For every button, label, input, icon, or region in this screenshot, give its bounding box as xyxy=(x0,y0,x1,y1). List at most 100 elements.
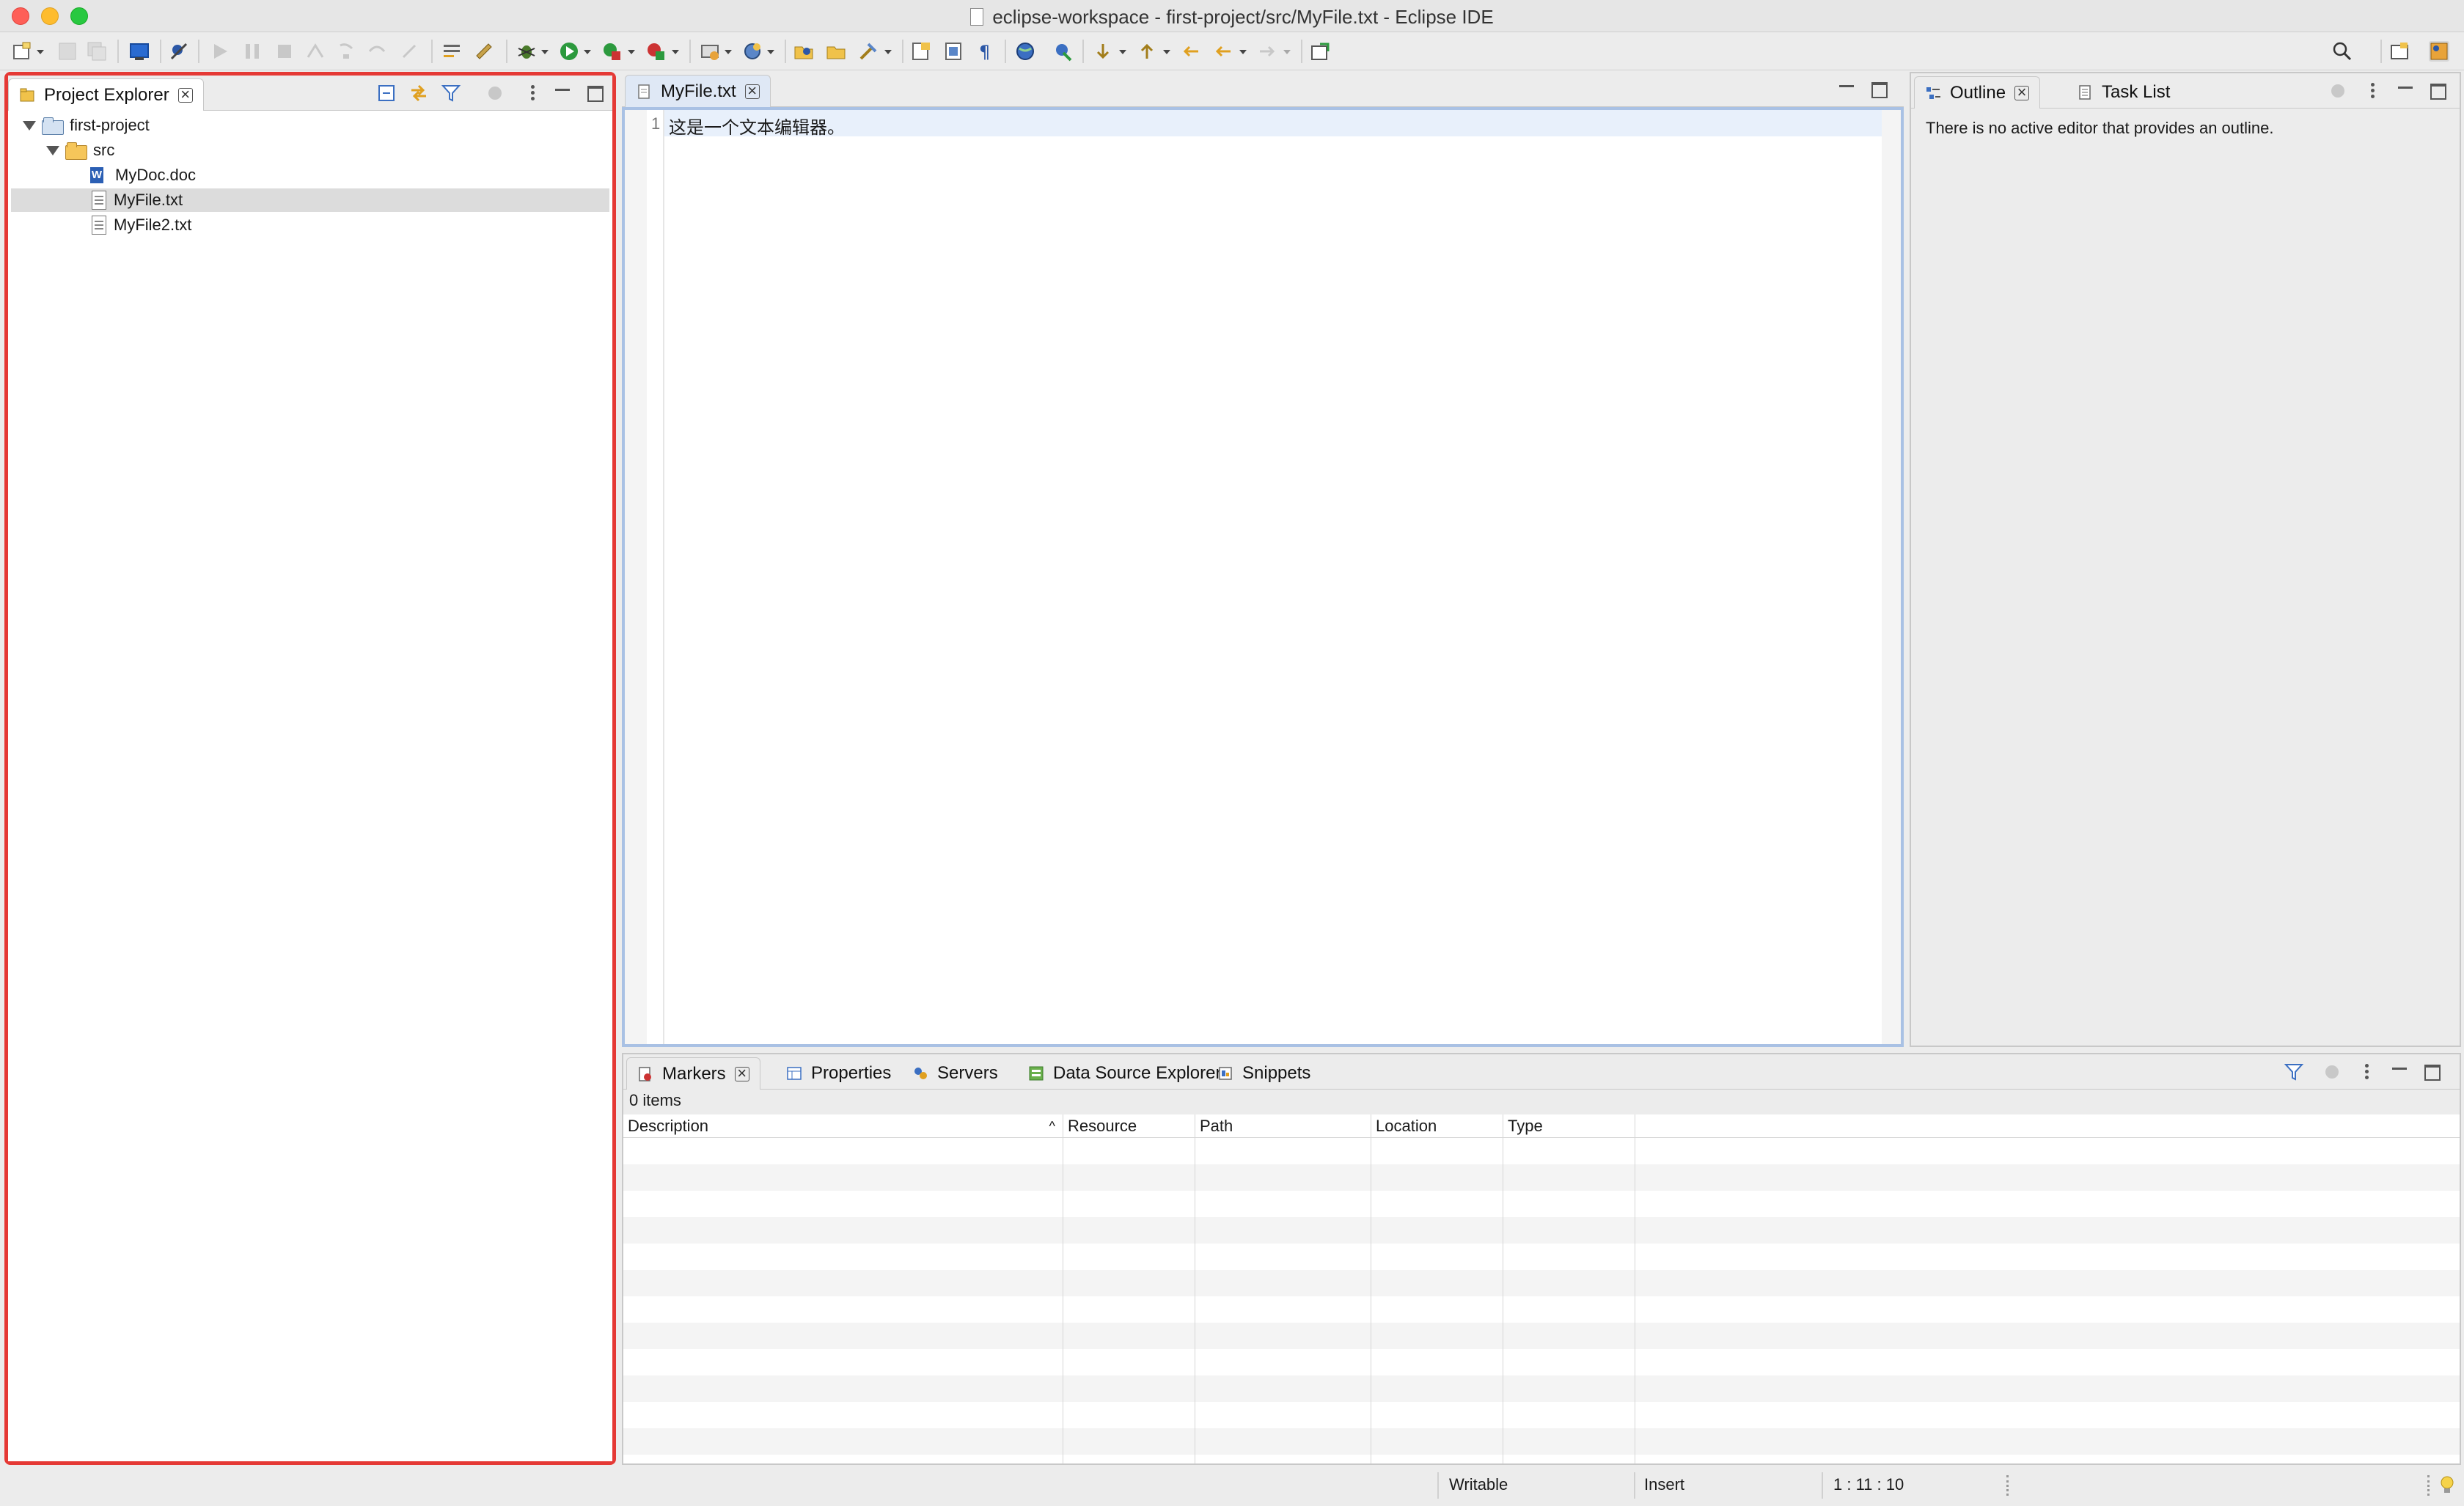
tab-project-explorer[interactable]: Project Explorer × xyxy=(8,78,204,111)
close-tab-icon[interactable]: × xyxy=(744,82,760,99)
focus-icon[interactable] xyxy=(2322,1062,2342,1082)
minimize-icon[interactable] xyxy=(2389,1062,2410,1082)
web-browser-icon[interactable] xyxy=(1015,41,1035,62)
status-writable: Writable xyxy=(1449,1475,1508,1494)
tab-snippets[interactable]: Snippets xyxy=(1207,1057,1321,1090)
minimize-icon[interactable] xyxy=(2395,81,2416,101)
search-icon[interactable] xyxy=(2332,41,2353,62)
save-icon[interactable] xyxy=(57,41,78,62)
tab-markers[interactable]: Markers × xyxy=(626,1057,760,1090)
status-insert-mode[interactable]: Insert xyxy=(1644,1475,1684,1494)
svg-text:¶: ¶ xyxy=(979,42,990,62)
tree-item-myfile[interactable]: MyFile.txt xyxy=(11,188,609,212)
window-title: eclipse-workspace - first-project/src/My… xyxy=(0,6,2464,29)
markers-table: Description ^ Resource Path Location Type xyxy=(623,1114,2460,1463)
new-server-icon[interactable] xyxy=(700,41,720,62)
new-web-service-icon[interactable] xyxy=(742,41,763,62)
filter-icon[interactable] xyxy=(441,83,461,103)
properties-icon xyxy=(787,1067,802,1080)
column-path[interactable]: Path xyxy=(1195,1114,1371,1138)
step-return-icon[interactable] xyxy=(399,41,419,62)
previous-annotation-icon[interactable] xyxy=(1137,41,1157,62)
close-tab-icon[interactable]: × xyxy=(734,1065,749,1081)
tab-task-list[interactable]: Task List xyxy=(2067,76,2180,109)
open-task-icon[interactable] xyxy=(826,41,846,62)
tab-servers[interactable]: Servers xyxy=(902,1057,1008,1090)
tree-item-src[interactable]: src xyxy=(11,139,609,162)
tip-lightbulb-icon[interactable] xyxy=(2439,1475,2455,1497)
forward-icon[interactable] xyxy=(1257,41,1277,62)
tree-item-myfile2[interactable]: MyFile2.txt xyxy=(11,213,609,237)
close-tab-icon[interactable]: × xyxy=(2014,84,2030,100)
step-over-icon[interactable] xyxy=(367,41,387,62)
last-edit-location-icon[interactable] xyxy=(1181,41,1201,62)
tree-item-first-project[interactable]: first-project xyxy=(11,114,609,137)
tree-item-mydoc[interactable]: MyDoc.doc xyxy=(11,164,609,187)
external-tools-icon[interactable] xyxy=(645,41,666,62)
column-type[interactable]: Type xyxy=(1503,1114,1635,1138)
toggle-ant-editor-icon[interactable] xyxy=(911,41,931,62)
column-description[interactable]: Description ^ xyxy=(623,1114,1063,1138)
search-references-icon[interactable] xyxy=(858,41,879,62)
build-icon[interactable] xyxy=(474,41,494,62)
coverage-icon[interactable] xyxy=(601,41,622,62)
expand-toggle-icon[interactable] xyxy=(23,120,36,131)
skip-breakpoints-icon[interactable] xyxy=(169,41,189,62)
resume-icon[interactable] xyxy=(210,41,230,62)
suspend-icon[interactable] xyxy=(242,41,263,62)
tab-outline[interactable]: Outline × xyxy=(1914,76,2041,109)
maximize-icon[interactable] xyxy=(2421,1062,2442,1082)
external-browser-icon[interactable] xyxy=(1053,41,1074,62)
overview-ruler xyxy=(1882,110,1901,1044)
column-resource[interactable]: Resource xyxy=(1063,1114,1195,1138)
show-whitespace-icon[interactable]: ¶ xyxy=(975,41,996,62)
minimize-icon[interactable] xyxy=(552,83,573,103)
minimize-icon[interactable] xyxy=(1836,79,1857,100)
main-toolbar: ¶ xyxy=(0,32,2464,70)
current-line-highlight xyxy=(664,110,1882,136)
next-annotation-icon[interactable] xyxy=(1093,41,1113,62)
open-type-icon[interactable] xyxy=(793,41,814,62)
focus-icon[interactable] xyxy=(485,83,505,103)
project-explorer-tabbar: Project Explorer × xyxy=(8,76,612,111)
link-with-editor-icon[interactable] xyxy=(408,83,429,103)
disconnect-icon[interactable] xyxy=(305,41,326,62)
expand-toggle-icon[interactable] xyxy=(46,145,59,155)
close-tab-icon[interactable]: × xyxy=(177,86,193,103)
project-tree: first-project src MyDoc.doc MyFile.txt M… xyxy=(8,112,612,1461)
step-into-icon[interactable] xyxy=(336,41,356,62)
tab-data-source-explorer[interactable]: Data Source Explorer xyxy=(1018,1057,1231,1090)
tab-myfile-txt[interactable]: MyFile.txt × xyxy=(625,75,771,107)
text-file-icon xyxy=(638,84,650,99)
maximize-icon[interactable] xyxy=(1869,79,1889,100)
toggle-mark-icon[interactable] xyxy=(441,41,462,62)
toggle-block-icon[interactable] xyxy=(943,41,964,62)
view-menu-icon[interactable] xyxy=(2363,81,2383,101)
line-number: 1 xyxy=(651,114,661,133)
run-icon[interactable] xyxy=(559,41,579,62)
outline-icon xyxy=(1926,87,1940,99)
tab-properties[interactable]: Properties xyxy=(776,1057,901,1090)
back-icon[interactable] xyxy=(1213,41,1233,62)
editor-ruler xyxy=(625,110,647,1044)
new-dropdown[interactable] xyxy=(37,50,44,54)
editor-content[interactable]: 这是一个文本编辑器。 xyxy=(669,113,845,139)
maximize-icon[interactable] xyxy=(2427,81,2448,101)
focus-icon[interactable] xyxy=(2328,81,2348,101)
new-window-icon[interactable] xyxy=(1310,41,1330,62)
column-location[interactable]: Location xyxy=(1371,1114,1503,1138)
open-perspective-icon[interactable] xyxy=(2389,41,2410,62)
collapse-all-icon[interactable] xyxy=(376,83,397,103)
terminate-icon[interactable] xyxy=(274,41,295,62)
filter-icon[interactable] xyxy=(2284,1062,2304,1082)
java-ee-perspective-icon[interactable] xyxy=(2429,41,2449,62)
terminal-icon[interactable] xyxy=(129,41,150,62)
debug-icon[interactable] xyxy=(516,41,537,62)
new-icon[interactable] xyxy=(12,41,32,62)
view-menu-icon[interactable] xyxy=(2357,1062,2377,1082)
save-all-icon[interactable] xyxy=(87,41,107,62)
sort-ascending-icon: ^ xyxy=(1049,1119,1055,1134)
text-editor[interactable]: 1 这是一个文本编辑器。 xyxy=(622,107,1904,1047)
maximize-icon[interactable] xyxy=(584,83,605,103)
view-menu-icon[interactable] xyxy=(523,83,543,103)
